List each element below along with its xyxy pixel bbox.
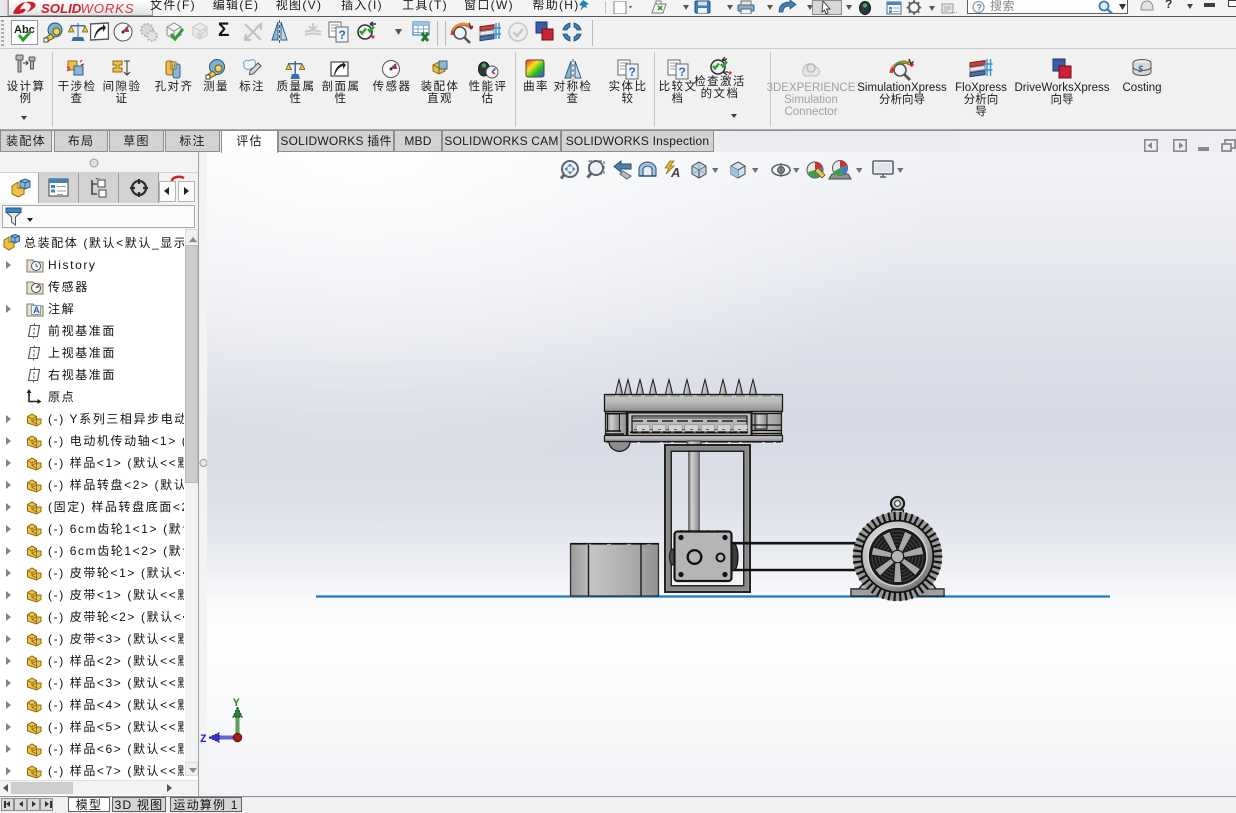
svg-text:*: * xyxy=(371,34,375,43)
svg-text:Z: Z xyxy=(200,734,207,746)
svg-text:WORKS: WORKS xyxy=(81,1,135,16)
svg-text:...: ... xyxy=(951,6,958,14)
svg-text:SOLID: SOLID xyxy=(41,1,82,16)
svg-text:?: ? xyxy=(339,28,346,42)
svg-text:A: A xyxy=(33,305,40,315)
svg-text:?: ? xyxy=(977,3,983,13)
svg-text:Abc: Abc xyxy=(14,24,35,36)
svg-text:$: $ xyxy=(1137,64,1144,74)
svg-text:Y: Y xyxy=(233,698,240,710)
svg-text:A: A xyxy=(670,165,680,180)
svg-text:?: ? xyxy=(679,65,686,79)
svg-text:?: ? xyxy=(629,65,636,79)
